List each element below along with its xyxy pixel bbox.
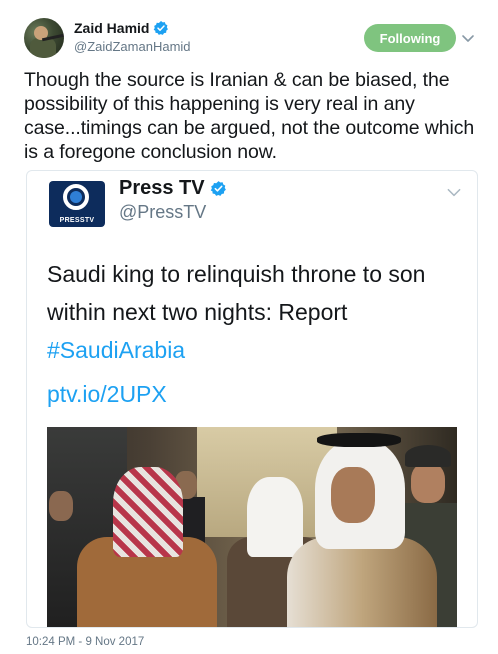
- quoted-author-display-name[interactable]: Press TV: [119, 177, 205, 200]
- hashtag-link[interactable]: #SaudiArabia: [47, 331, 467, 369]
- quoted-author-handle[interactable]: @PressTV: [119, 202, 227, 223]
- quoted-text-line: within next two nights: Report: [47, 299, 348, 325]
- verified-badge-icon: [154, 21, 169, 35]
- author-display-name[interactable]: Zaid Hamid: [74, 20, 149, 36]
- news-photo[interactable]: [47, 427, 457, 627]
- author-handle[interactable]: @ZaidZamanHamid: [74, 39, 191, 54]
- presstv-logo-avatar[interactable]: PRESSTV: [49, 181, 105, 227]
- quoted-author-name-block[interactable]: Press TV @PressTV: [119, 177, 227, 223]
- tweet-timestamp[interactable]: 10:24 PM - 9 Nov 2017: [26, 636, 144, 648]
- following-button[interactable]: Following: [364, 24, 456, 52]
- author-avatar[interactable]: [24, 18, 64, 58]
- presstv-logo-text: PRESSTV: [59, 217, 95, 224]
- quoted-tweet-text: Saudi king to relinquish throne to son w…: [47, 255, 467, 413]
- quoted-text-line: Saudi king to relinquish throne to son: [47, 261, 426, 287]
- url-link[interactable]: ptv.io/2UPX: [47, 375, 467, 413]
- author-name-block[interactable]: Zaid Hamid @ZaidZamanHamid: [74, 20, 191, 54]
- chevron-down-icon[interactable]: [460, 30, 476, 46]
- tweet-header: Zaid Hamid @ZaidZamanHamid Following: [24, 18, 480, 62]
- tweet-text: Though the source is Iranian & can be bi…: [24, 69, 475, 163]
- chevron-down-icon[interactable]: [445, 183, 463, 201]
- quoted-tweet-card[interactable]: PRESSTV Press TV @PressTV Saudi king to …: [26, 170, 478, 628]
- verified-badge-icon: [210, 181, 226, 196]
